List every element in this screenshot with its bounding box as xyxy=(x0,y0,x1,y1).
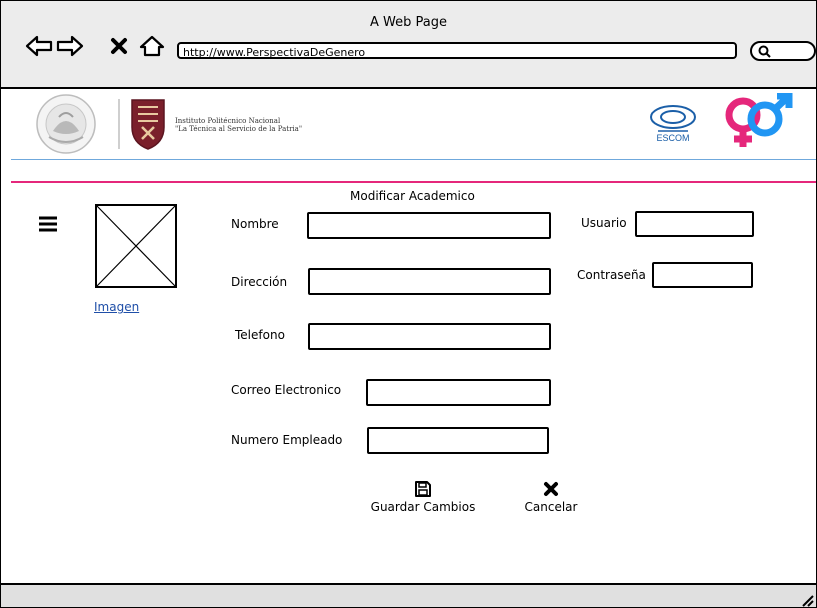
image-placeholder xyxy=(95,204,177,288)
escom-logo: ESCOM xyxy=(650,105,696,143)
save-button[interactable]: Guardar Cambios xyxy=(365,480,481,514)
ipn-logo xyxy=(131,99,165,150)
window-title: A Web Page xyxy=(370,15,447,30)
telefono-input[interactable] xyxy=(308,323,551,350)
status-bar xyxy=(1,583,816,607)
header-divider xyxy=(118,99,120,149)
x-icon xyxy=(544,482,558,496)
numero-empleado-input[interactable] xyxy=(367,427,549,454)
home-icon[interactable] xyxy=(138,35,166,57)
save-button-label: Guardar Cambios xyxy=(370,500,476,514)
mexico-seal-logo xyxy=(36,94,96,154)
page-title: Modificar Academico xyxy=(350,189,475,203)
gender-symbol-logo xyxy=(725,93,793,147)
numero-empleado-label: Numero Empleado xyxy=(231,433,343,447)
forward-arrow-icon[interactable] xyxy=(56,35,84,57)
address-bar[interactable]: http://www.PerspectivaDeGenero xyxy=(177,42,737,59)
back-arrow-icon[interactable] xyxy=(25,35,53,57)
contrasena-input[interactable] xyxy=(652,262,753,288)
telefono-label: Telefono xyxy=(235,328,285,342)
header-divider-blue xyxy=(11,159,816,160)
resize-handle-icon[interactable] xyxy=(800,593,814,607)
floppy-disk-icon xyxy=(415,481,431,497)
browser-window: A Web Page http://www.PerspectivaDeGener… xyxy=(0,0,817,608)
institution-text: Instituto Politécnico Nacional "La Técni… xyxy=(175,117,302,133)
correo-input[interactable] xyxy=(366,379,551,406)
search-icon xyxy=(758,45,771,58)
direccion-label: Dirección xyxy=(231,275,288,289)
escom-label: ESCOM xyxy=(656,133,689,143)
usuario-input[interactable] xyxy=(635,211,754,237)
usuario-label: Usuario xyxy=(581,216,627,230)
close-x-icon[interactable] xyxy=(108,35,130,57)
correo-label: Correo Electronico xyxy=(231,383,342,397)
nombre-input[interactable] xyxy=(307,212,551,239)
institution-motto: "La Técnica al Servicio de la Patria" xyxy=(175,125,303,133)
contrasena-label: Contraseña xyxy=(577,268,646,282)
hamburger-menu-icon[interactable] xyxy=(38,216,58,232)
header-divider-pink xyxy=(11,181,816,183)
institution-name: Instituto Politécnico Nacional xyxy=(175,117,281,125)
direccion-input[interactable] xyxy=(308,268,551,295)
browser-chrome: A Web Page http://www.PerspectivaDeGener… xyxy=(1,1,816,89)
cancel-button[interactable]: Cancelar xyxy=(516,480,586,514)
nombre-label: Nombre xyxy=(231,217,279,231)
image-link[interactable]: Imagen xyxy=(94,300,139,314)
cancel-button-label: Cancelar xyxy=(524,500,578,514)
search-button[interactable] xyxy=(750,41,816,61)
